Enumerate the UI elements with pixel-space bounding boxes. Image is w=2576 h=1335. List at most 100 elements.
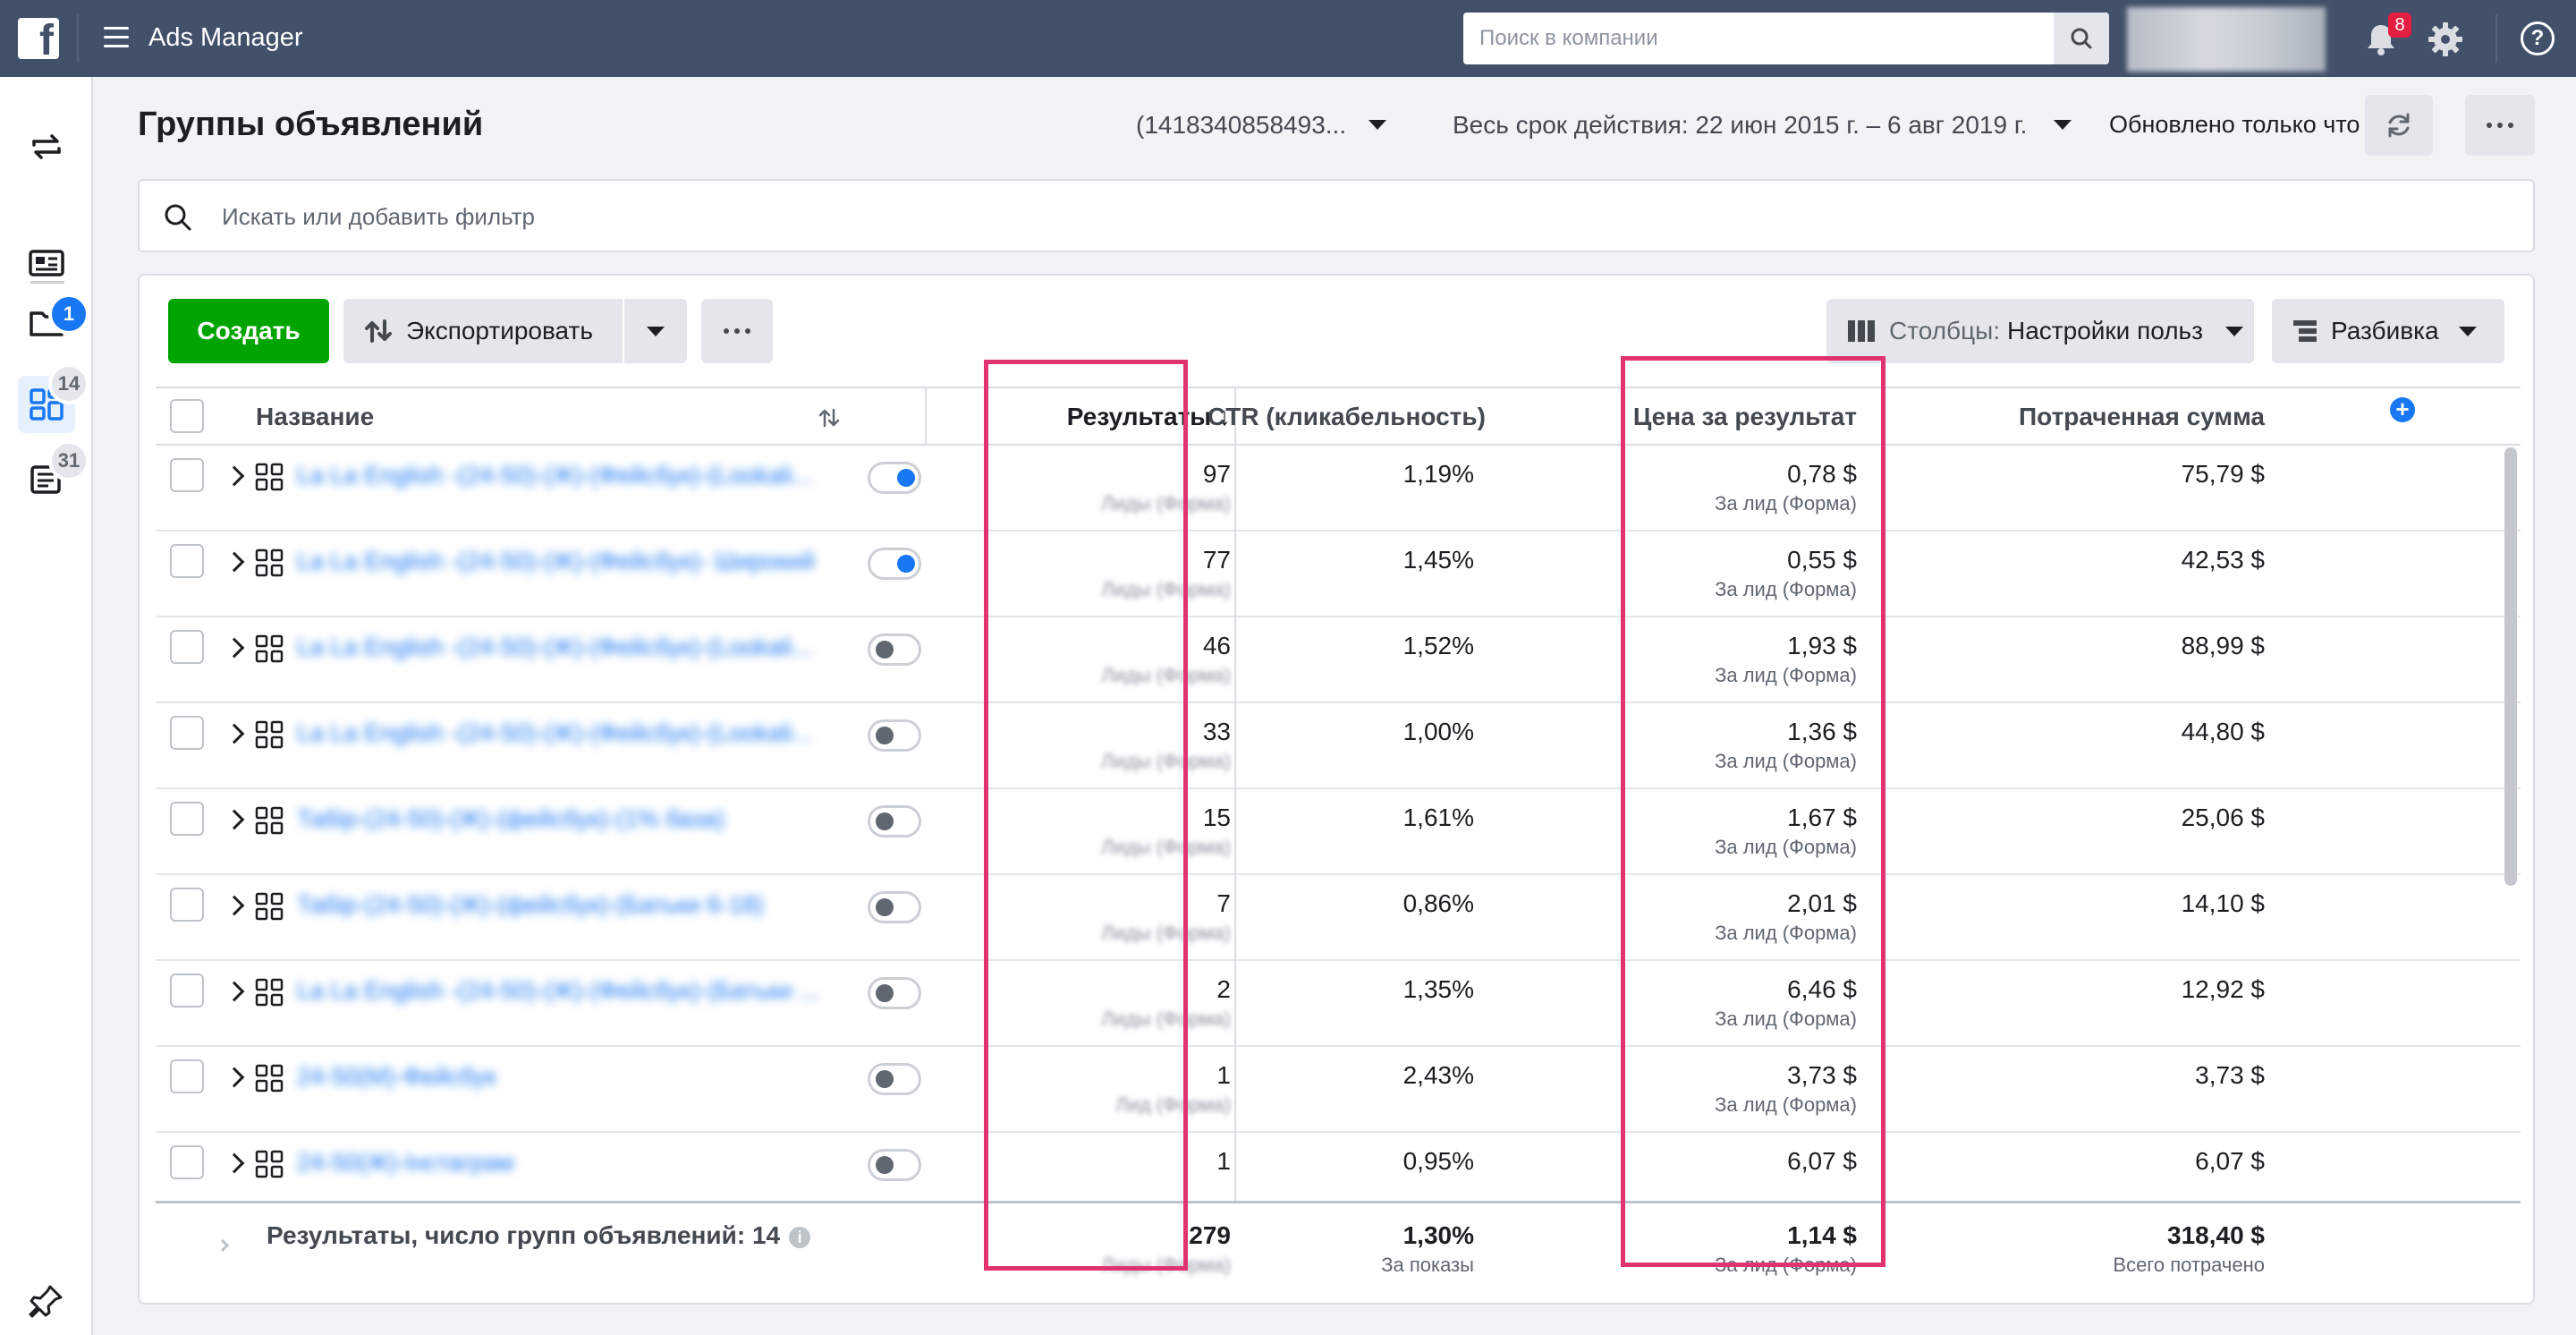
- row-checkbox[interactable]: [170, 974, 204, 1008]
- row-checkbox[interactable]: [170, 716, 204, 750]
- menu-icon[interactable]: [104, 27, 129, 48]
- info-icon[interactable]: i: [789, 1226, 811, 1248]
- adset-grid-icon: [255, 806, 284, 835]
- adset-grid-icon: [255, 548, 284, 577]
- results-value: 7: [1216, 889, 1231, 917]
- adset-name-link[interactable]: La La English -(24-50)-(Ж)-(Фейсбук)-(Ба…: [297, 977, 843, 1005]
- adset-status-toggle[interactable]: [868, 719, 921, 752]
- column-ctr[interactable]: CTR (кликабельность): [1208, 403, 1486, 431]
- results-value: 77: [1202, 546, 1231, 574]
- adset-grid-icon: [255, 1150, 284, 1178]
- row-checkbox[interactable]: [170, 630, 204, 664]
- adset-name-link[interactable]: La La English -(24-50)-(Ж)-(Фейсбук)-(Lo…: [297, 462, 843, 489]
- adset-name-link[interactable]: 24-50(М)-Фейсбук: [297, 1063, 843, 1091]
- chevron-right-icon[interactable]: [224, 637, 245, 659]
- chevron-right-icon[interactable]: [224, 723, 245, 744]
- column-name[interactable]: Название: [256, 403, 374, 431]
- select-all-checkbox[interactable]: [170, 399, 204, 433]
- chevron-down-icon[interactable]: [1368, 120, 1386, 130]
- adset-status-toggle[interactable]: [868, 462, 921, 494]
- create-button[interactable]: Создать: [168, 299, 329, 363]
- highlight-results-column: [984, 360, 1188, 1271]
- table-row[interactable]: La La English -(24-50)-(Ж)-(Фейсбук)-(Lo…: [156, 703, 2521, 789]
- search-icon: [2071, 28, 2092, 49]
- divider: [1234, 446, 1236, 1201]
- column-amount-spent[interactable]: Потраченная сумма: [2019, 403, 2265, 431]
- adset-name-link[interactable]: La La English -(24-50)-(Ж)-(Фейсбук)-(Lo…: [297, 633, 843, 661]
- more-options-button[interactable]: [2465, 95, 2535, 156]
- row-checkbox[interactable]: [170, 888, 204, 922]
- adset-status-toggle[interactable]: [868, 633, 921, 666]
- chevron-right-icon[interactable]: [224, 551, 245, 573]
- toggle-knob: [876, 1070, 894, 1088]
- adset-name-link[interactable]: La La English -(24-50)-(Ж)-(Фейсбук)- Ши…: [297, 548, 843, 575]
- adset-name-link[interactable]: La La English -(24-50)-(Ж)-(Фейсбук)-(Lo…: [297, 719, 843, 747]
- chevron-down-icon[interactable]: [2054, 120, 2072, 130]
- table-row[interactable]: Табір-(24-50)-(Ж)-(фейсбук)-(1% база) 15 Л…: [156, 789, 2521, 875]
- company-search-input[interactable]: [1479, 23, 2016, 54]
- account-selector[interactable]: (1418340858493...: [1136, 111, 1346, 140]
- more-actions-button[interactable]: [701, 299, 773, 363]
- row-checkbox[interactable]: [170, 802, 204, 836]
- chevron-right-icon[interactable]: [224, 981, 245, 1002]
- account-avatar[interactable]: [2127, 7, 2326, 72]
- update-status: Обновлено только что: [2109, 111, 2360, 138]
- table-row[interactable]: La La English -(24-50)-(Ж)-(Фейсбук)-(Lo…: [156, 617, 2521, 703]
- ctr-value: 1,19%: [1402, 460, 1474, 488]
- switch-icon[interactable]: [21, 122, 72, 172]
- table-row[interactable]: La La English -(24-50)-(Ж)-(Фейсбук)- Ши…: [156, 531, 2521, 617]
- adset-name-link[interactable]: Табір-(24-50)-(Ж)-(фейсбук)-(Батьки 6-18…: [297, 891, 843, 919]
- spent-value: 6,07 $: [2195, 1147, 2265, 1175]
- export-icon: [365, 319, 392, 343]
- chevron-right-icon[interactable]: [224, 465, 245, 487]
- help-icon[interactable]: ?: [2521, 21, 2555, 55]
- adset-grid-icon: [255, 892, 284, 921]
- adset-status-toggle[interactable]: [868, 1063, 921, 1095]
- search-button[interactable]: [2054, 13, 2109, 64]
- chevron-right-icon[interactable]: [224, 1152, 245, 1174]
- row-checkbox[interactable]: [170, 544, 204, 578]
- adset-status-toggle[interactable]: [868, 891, 921, 923]
- toggle-knob: [897, 469, 915, 487]
- gear-icon[interactable]: [2426, 20, 2465, 59]
- adset-status-toggle[interactable]: [868, 805, 921, 838]
- table-row[interactable]: Табір-(24-50)-(Ж)-(фейсбук)-(Батьки 6-18…: [156, 875, 2521, 961]
- app-title: Ads Manager: [148, 23, 303, 52]
- export-button[interactable]: Экспортировать: [343, 299, 623, 363]
- notification-badge: 8: [2388, 13, 2411, 38]
- spent-value: 12,92 $: [2181, 975, 2265, 1003]
- company-search: [1463, 13, 2109, 64]
- adset-status-toggle[interactable]: [868, 977, 921, 1009]
- row-checkbox[interactable]: [170, 1059, 204, 1093]
- adset-name-link[interactable]: 24-50(Ж)-Інстаграм: [297, 1149, 843, 1177]
- adset-status-toggle[interactable]: [868, 548, 921, 580]
- adsets-table: Название Результаты ↓ CTR (кликабельност…: [156, 387, 2521, 1303]
- toggle-knob: [876, 984, 894, 1002]
- table-row[interactable]: 24-50(М)-Фейсбук 1 Лид (Форма) 2,43% 3,73 $ З…: [156, 1047, 2521, 1133]
- table-row[interactable]: La La English -(24-50)-(Ж)-(Фейсбук)-(Ба…: [156, 961, 2521, 1047]
- refresh-button[interactable]: [2365, 95, 2433, 156]
- chevron-right-icon[interactable]: [224, 895, 245, 916]
- ctr-value: 1,45%: [1402, 546, 1474, 574]
- table-scrollbar[interactable]: [2504, 447, 2517, 886]
- row-checkbox[interactable]: [170, 1145, 204, 1179]
- facebook-logo-icon[interactable]: f: [18, 18, 59, 63]
- row-checkbox[interactable]: [170, 458, 204, 492]
- adset-name-link[interactable]: Табір-(24-50)-(Ж)-(фейсбук)-(1% база): [297, 805, 843, 833]
- chevron-right-icon[interactable]: [224, 809, 245, 830]
- overview-icon[interactable]: [21, 238, 72, 288]
- ctr-value: 2,43%: [1402, 1061, 1474, 1089]
- adset-status-toggle[interactable]: [868, 1149, 921, 1181]
- table-row[interactable]: La La English -(24-50)-(Ж)-(Фейсбук)-(Lo…: [156, 446, 2521, 531]
- date-range-picker[interactable]: Весь срок действия: 22 июн 2015 г. – 6 а…: [1453, 111, 2027, 140]
- pin-icon[interactable]: [21, 1276, 72, 1326]
- breakdown-button[interactable]: Разбивка: [2272, 299, 2504, 363]
- chevron-right-icon[interactable]: [224, 1067, 245, 1088]
- columns-button[interactable]: Столбцы: Настройки польз: [1826, 299, 2254, 363]
- export-dropdown-button[interactable]: [624, 299, 687, 363]
- divider: [77, 14, 79, 63]
- add-column-icon[interactable]: +: [2390, 397, 2415, 422]
- sort-icon[interactable]: [818, 406, 841, 429]
- page-title: Группы объявлений: [138, 106, 484, 143]
- filter-input[interactable]: [222, 200, 2011, 233]
